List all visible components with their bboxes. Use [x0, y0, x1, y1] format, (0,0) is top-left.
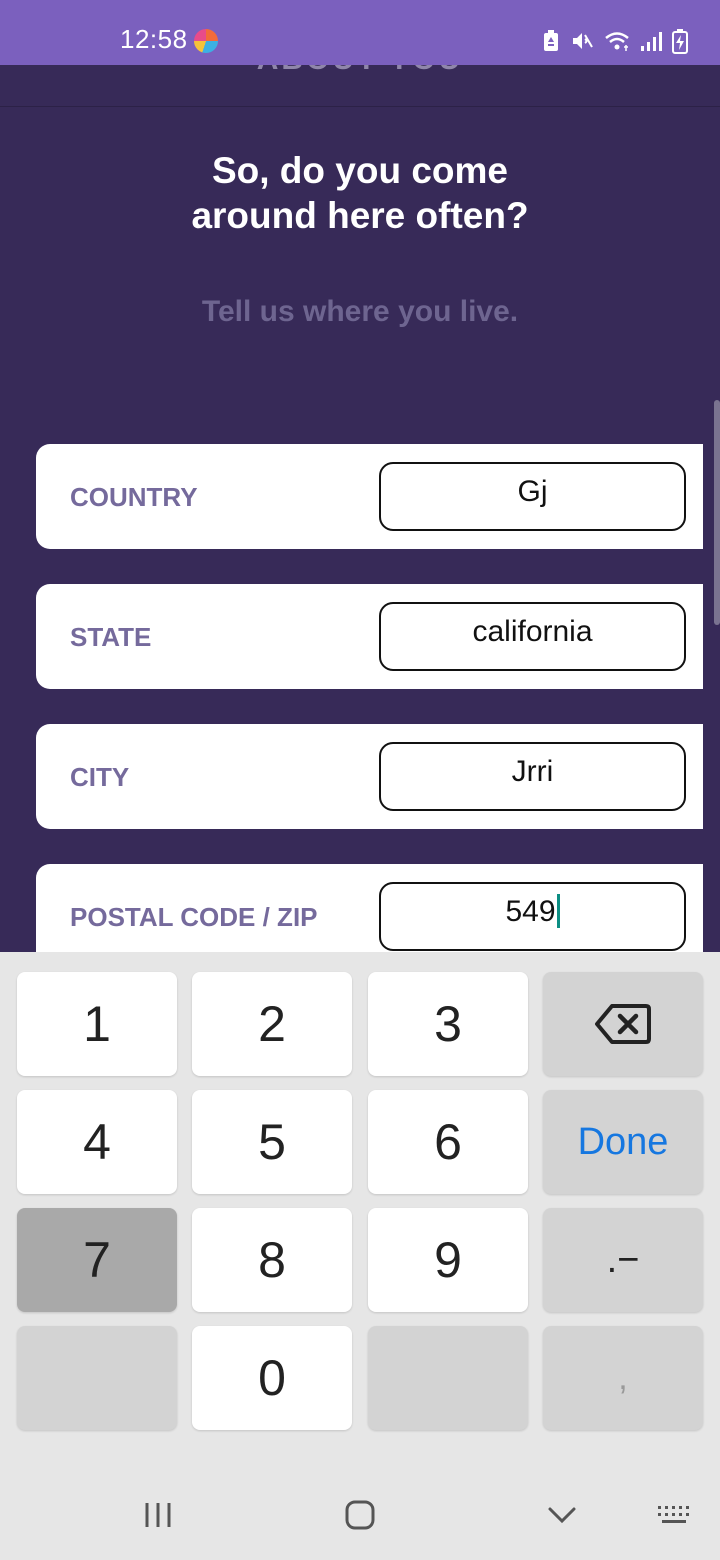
dot-dash-key[interactable]: .− [543, 1208, 703, 1312]
app-header: ABOUT YOU [0, 65, 720, 107]
page-heading-line-2: around here often? [191, 195, 529, 236]
country-input[interactable]: Gj [379, 462, 686, 531]
mute-icon [573, 33, 593, 49]
key-1[interactable]: 1 [17, 972, 177, 1076]
wifi-icon [605, 32, 629, 51]
done-key[interactable]: Done [543, 1090, 703, 1194]
numeric-keyboard: 1 2 3 4 5 6 Done 7 8 9 .− 0 , [0, 952, 720, 1560]
system-nav-bar [0, 1470, 720, 1560]
keyboard-icon [658, 1506, 689, 1523]
scrollbar[interactable] [714, 400, 720, 625]
text-caret [556, 894, 560, 929]
recent-apps-button[interactable] [128, 1490, 188, 1540]
page-heading: So, do you come around here often? [0, 148, 720, 238]
browser-app-icon [194, 29, 218, 53]
key-6[interactable]: 6 [368, 1090, 528, 1194]
blank-key-right [368, 1326, 528, 1430]
city-field-card: CITY Jrri [36, 724, 703, 829]
comma-key[interactable]: , [543, 1326, 703, 1430]
keyboard-switch-button[interactable] [644, 1490, 704, 1540]
back-button[interactable] [532, 1490, 592, 1540]
key-9[interactable]: 9 [368, 1208, 528, 1312]
key-3[interactable]: 3 [368, 972, 528, 1076]
country-label: COUNTRY [70, 482, 198, 512]
status-icons [542, 28, 688, 54]
country-field-card: COUNTRY Gj [36, 444, 703, 549]
key-2[interactable]: 2 [192, 972, 352, 1076]
state-input[interactable]: california [379, 602, 686, 671]
backspace-key[interactable] [543, 972, 703, 1076]
key-7[interactable]: 7 [17, 1208, 177, 1312]
status-time: 12:58 [120, 24, 188, 54]
state-label: STATE [70, 622, 152, 652]
recent-apps-icon [145, 1503, 171, 1527]
key-5[interactable]: 5 [192, 1090, 352, 1194]
battery-saver-icon [544, 30, 558, 51]
page-heading-line-1: So, do you come [211, 150, 509, 191]
status-bar: 12:58 [0, 0, 720, 65]
back-chevron-icon [548, 1507, 576, 1524]
key-4[interactable]: 4 [17, 1090, 177, 1194]
page-subheading: Tell us where you live. [201, 295, 519, 328]
postal-code-value: 549 [505, 895, 556, 928]
blank-key-left [17, 1326, 177, 1430]
key-0[interactable]: 0 [192, 1326, 352, 1430]
app-header-title: ABOUT YOU [0, 65, 720, 77]
battery-charging-icon [672, 29, 688, 54]
home-button[interactable] [330, 1490, 390, 1540]
key-8[interactable]: 8 [192, 1208, 352, 1312]
city-label: CITY [70, 762, 130, 792]
city-input[interactable]: Jrri [379, 742, 686, 811]
state-field-card: STATE california [36, 584, 703, 689]
postal-code-input[interactable]: 549 [379, 882, 686, 951]
postal-code-label: POSTAL CODE / ZIP [70, 902, 318, 932]
backspace-icon [595, 1004, 651, 1044]
home-icon [345, 1500, 375, 1530]
signal-icon [641, 32, 662, 51]
